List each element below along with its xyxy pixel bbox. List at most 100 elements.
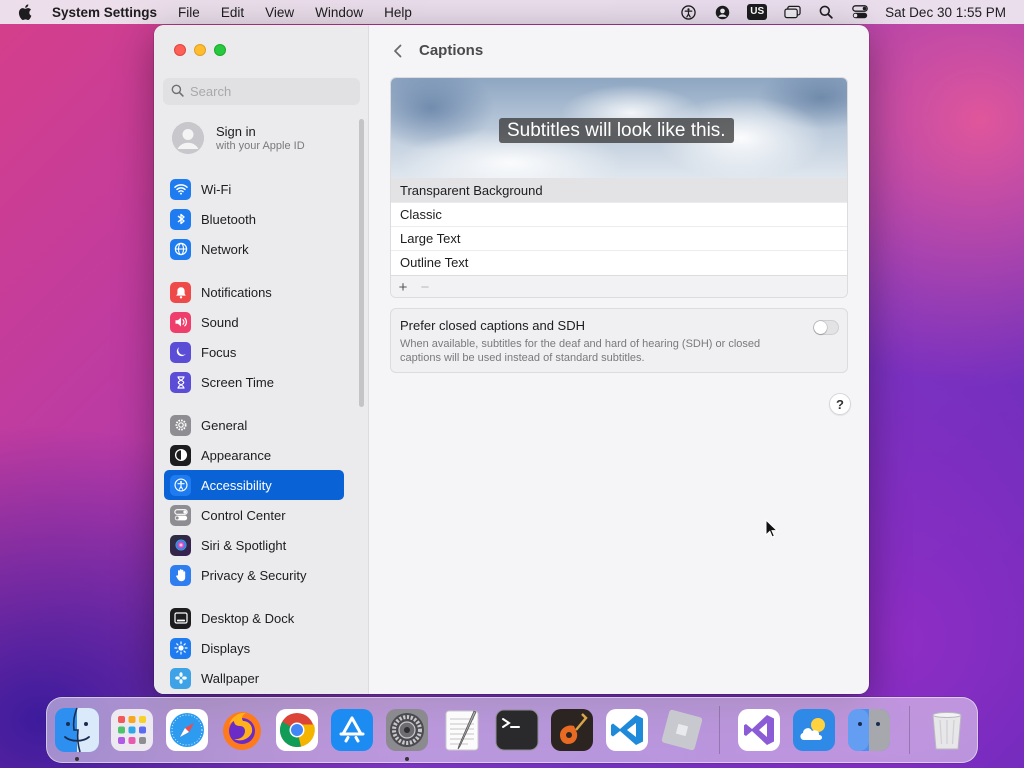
sidebar-item-siri-spotlight[interactable]: Siri & Spotlight [164, 530, 344, 560]
back-button[interactable] [389, 42, 405, 60]
add-style-button[interactable]: + [392, 277, 414, 298]
bluetooth-icon [170, 208, 191, 230]
sidebar-item-displays[interactable]: Displays [164, 633, 344, 663]
speaker-icon [170, 311, 191, 333]
settings-window: Sign in with your Apple ID Wi-Fi Bluetoo… [154, 25, 869, 694]
control-center-icon[interactable] [851, 3, 869, 21]
hand-icon [170, 564, 191, 586]
dock-finder-alt-icon[interactable] [845, 706, 893, 754]
dock [46, 697, 978, 763]
caption-style-item[interactable]: Transparent Background [391, 178, 847, 202]
running-indicator [405, 757, 409, 761]
dock-chrome-icon[interactable] [273, 706, 321, 754]
menu-view[interactable]: View [265, 5, 294, 20]
page-title: Captions [419, 42, 484, 59]
running-indicator [75, 757, 79, 761]
sidebar-item-appearance[interactable]: Appearance [164, 440, 344, 470]
apple-menu-icon[interactable] [18, 4, 38, 20]
keyboard-layout-badge[interactable]: US [747, 4, 768, 20]
sidebar-item-sound[interactable]: Sound [164, 307, 344, 337]
screen-mirroring-icon[interactable] [783, 3, 801, 21]
dock-textedit-icon[interactable] [438, 706, 486, 754]
close-window-button[interactable] [174, 44, 186, 56]
dock-launchpad-icon[interactable] [108, 706, 156, 754]
user-status-icon[interactable] [713, 3, 731, 21]
sidebar-item-label: Screen Time [201, 374, 274, 390]
sidebar-item-desktop-dock[interactable]: Desktop & Dock [164, 603, 344, 633]
dock-system-settings-icon[interactable] [383, 706, 431, 754]
dock-visual-studio-icon[interactable] [735, 706, 783, 754]
wifi-icon [170, 178, 191, 200]
accessibility-status-icon[interactable] [679, 3, 697, 21]
sidebar-item-screen-time[interactable]: Screen Time [164, 367, 344, 397]
dock-safari-icon[interactable] [163, 706, 211, 754]
sidebar-item-label: Notifications [201, 284, 272, 300]
sidebar-item-label: Siri & Spotlight [201, 537, 287, 553]
sdh-toggle[interactable] [813, 320, 839, 335]
appearance-icon [170, 444, 191, 466]
dock-terminal-icon[interactable] [493, 706, 541, 754]
sidebar-item-privacy-security[interactable]: Privacy & Security [164, 560, 344, 590]
zoom-window-button[interactable] [214, 44, 226, 56]
accessibility-icon [170, 474, 191, 496]
sdh-description: When available, subtitles for the deaf a… [400, 338, 761, 364]
sdh-setting: Prefer closed captions and SDH When avai… [390, 308, 848, 373]
sidebar-item-label: Sound [201, 314, 239, 330]
dock-app-store-icon[interactable] [328, 706, 376, 754]
bell-icon [170, 281, 191, 303]
flower-icon [170, 667, 191, 689]
menu-help[interactable]: Help [384, 5, 412, 20]
caption-style-item[interactable]: Classic [391, 202, 847, 226]
sidebar-item-label: Wallpaper [201, 670, 260, 686]
globe-icon [170, 238, 191, 260]
dock-trash-icon[interactable] [923, 706, 971, 754]
sidebar-item-wifi[interactable]: Wi-Fi [164, 174, 344, 204]
sidebar-scrollbar[interactable] [359, 119, 364, 407]
sidebar-item-label: Displays [201, 640, 251, 656]
sidebar: Sign in with your Apple ID Wi-Fi Bluetoo… [154, 25, 369, 694]
sidebar-search[interactable] [163, 78, 360, 105]
sidebar-item-accessibility[interactable]: Accessibility [164, 470, 344, 500]
menu-app-name[interactable]: System Settings [52, 5, 157, 20]
dock-garageband-icon[interactable] [548, 706, 596, 754]
spotlight-search-icon[interactable] [817, 3, 835, 21]
sidebar-item-focus[interactable]: Focus [164, 337, 344, 367]
minimize-window-button[interactable] [194, 44, 206, 56]
gear-icon [170, 414, 191, 436]
captions-pane: Captions Subtitles will look like this. … [370, 25, 869, 694]
sidebar-item-control-center[interactable]: Control Center [164, 500, 344, 530]
search-icon [171, 84, 184, 100]
list-controls: + − [391, 275, 847, 298]
help-button[interactable]: ? [829, 393, 851, 415]
dock-firefox-icon[interactable] [218, 706, 266, 754]
sidebar-item-label: Control Center [201, 507, 286, 523]
sidebar-item-bluetooth[interactable]: Bluetooth [164, 204, 344, 234]
sidebar-item-general[interactable]: General [164, 410, 344, 440]
sidebar-item-label: Accessibility [201, 477, 272, 493]
dock-finder-icon[interactable] [53, 706, 101, 754]
account-name: Sign in [216, 124, 256, 139]
sidebar-item-notifications[interactable]: Notifications [164, 277, 344, 307]
sidebar-item-label: Bluetooth [201, 211, 256, 227]
dock-icon [170, 607, 191, 629]
dock-roblox-icon[interactable] [658, 706, 706, 754]
menu-edit[interactable]: Edit [221, 5, 244, 20]
menu-window[interactable]: Window [315, 5, 363, 20]
moon-icon [170, 341, 191, 363]
dock-weather-icon[interactable] [790, 706, 838, 754]
menu-file[interactable]: File [178, 5, 200, 20]
sun-icon [170, 637, 191, 659]
caption-style-item[interactable]: Large Text [391, 226, 847, 250]
caption-preview: Subtitles will look like this. [391, 78, 847, 178]
menu-bar: System Settings File Edit View Window He… [0, 0, 1024, 24]
dock-vscode-icon[interactable] [603, 706, 651, 754]
sidebar-item-network[interactable]: Network [164, 234, 344, 264]
sidebar-item-label: General [201, 417, 248, 433]
menu-clock[interactable]: Sat Dec 30 1:55 PM [885, 5, 1006, 20]
remove-style-button[interactable]: − [414, 277, 436, 298]
search-input[interactable] [190, 84, 350, 99]
siri-icon [170, 534, 191, 556]
apple-id-signin[interactable]: Sign in with your Apple ID [172, 122, 305, 154]
caption-style-item[interactable]: Outline Text [391, 250, 847, 274]
sidebar-item-wallpaper[interactable]: Wallpaper [164, 663, 344, 693]
